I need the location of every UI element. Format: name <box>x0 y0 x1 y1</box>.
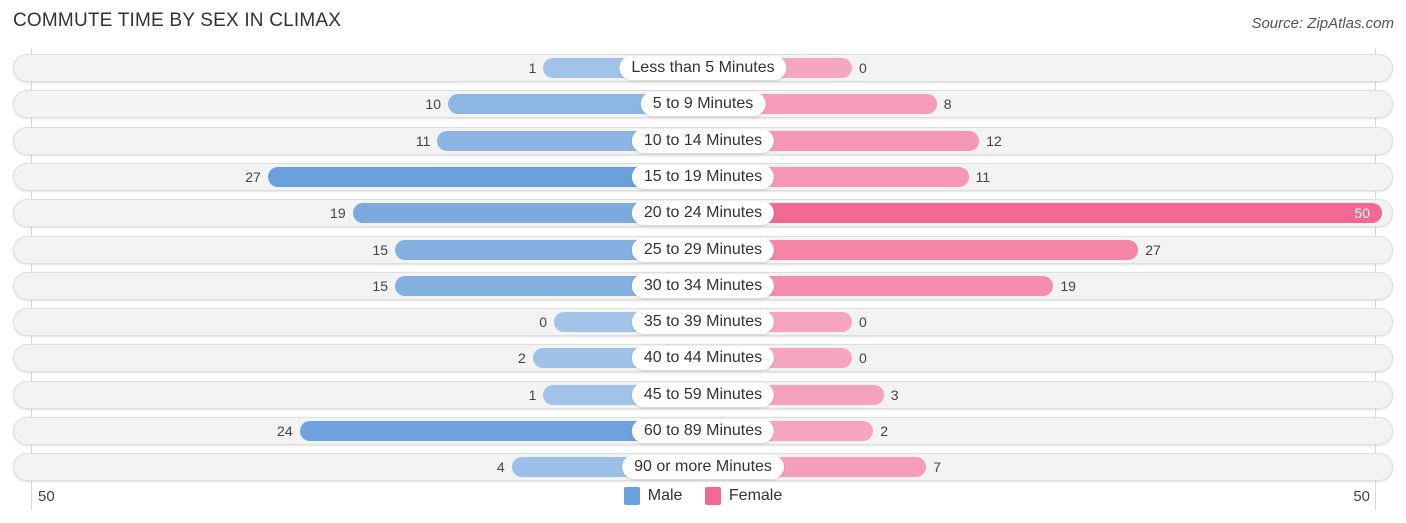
category-label: 10 to 14 Minutes <box>631 129 775 153</box>
male-value-label: 4 <box>496 459 505 475</box>
category-label: 25 to 29 Minutes <box>631 238 775 262</box>
category-label: 15 to 19 Minutes <box>631 165 775 189</box>
legend-label-male: Male <box>647 487 683 504</box>
male-value-label: 2 <box>518 350 526 366</box>
female-value-label: 0 <box>859 314 867 330</box>
male-value-label: 0 <box>539 314 547 330</box>
female-value-label: 0 <box>859 350 867 366</box>
category-label: 90 or more Minutes <box>622 455 784 479</box>
female-value-label: 0 <box>859 60 867 76</box>
female-value-label: 50 <box>1354 205 1370 221</box>
male-value-label: 1 <box>528 387 537 403</box>
female-value-label: 2 <box>880 423 888 439</box>
female-value-label: 12 <box>986 133 1002 149</box>
legend: Male Female <box>0 487 1406 510</box>
category-label: Less than 5 Minutes <box>619 56 787 80</box>
male-value-label: 15 <box>372 242 388 258</box>
male-value-label: 19 <box>330 205 346 221</box>
female-swatch-icon <box>704 487 721 505</box>
female-bar[interactable] <box>703 203 1382 223</box>
male-value-label: 27 <box>245 169 261 185</box>
female-value-label: 11 <box>975 169 991 185</box>
chart-title: COMMUTE TIME BY SEX IN CLIMAX <box>13 10 342 31</box>
male-swatch-icon <box>623 487 640 505</box>
legend-item-female[interactable]: Female <box>704 487 783 505</box>
female-value-label: 3 <box>890 387 899 403</box>
category-label: 5 to 9 Minutes <box>640 92 766 116</box>
female-value-label: 7 <box>933 459 941 475</box>
female-value-label: 8 <box>943 96 952 112</box>
legend-label-female: Female <box>728 487 783 504</box>
category-label: 35 to 39 Minutes <box>631 310 775 334</box>
male-value-label: 1 <box>528 60 537 76</box>
category-label: 30 to 34 Minutes <box>631 274 775 298</box>
female-value-label: 19 <box>1060 278 1076 294</box>
male-value-label: 10 <box>425 96 441 112</box>
male-value-label: 24 <box>277 423 293 439</box>
category-label: 20 to 24 Minutes <box>631 201 775 225</box>
source-label: Source: ZipAtlas.com <box>1251 15 1394 32</box>
female-value-label: 27 <box>1145 242 1161 258</box>
category-label: 40 to 44 Minutes <box>631 346 775 370</box>
male-value-label: 15 <box>372 278 388 294</box>
legend-item-male[interactable]: Male <box>623 487 683 505</box>
category-label: 45 to 59 Minutes <box>631 383 775 407</box>
male-value-label: 11 <box>415 133 431 149</box>
category-label: 60 to 89 Minutes <box>631 419 775 443</box>
